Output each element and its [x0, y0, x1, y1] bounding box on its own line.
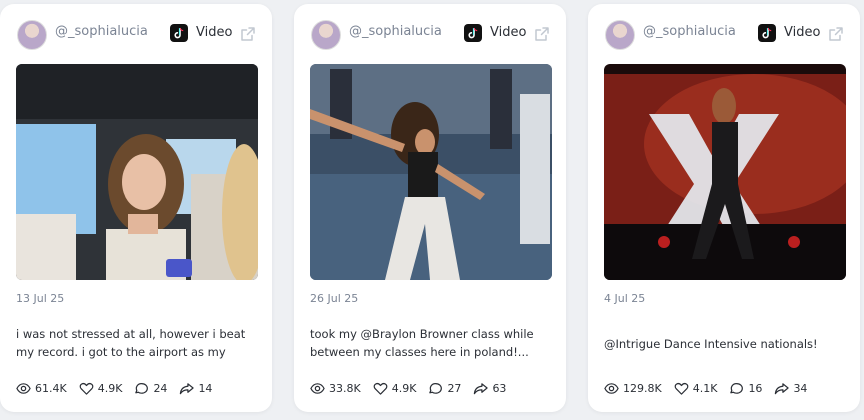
video-thumbnail[interactable]	[310, 64, 552, 280]
comment-icon	[135, 382, 149, 394]
engagement-stats: 129.8K 4.1K 16 34	[604, 380, 819, 396]
post-caption: took my @Braylon Browner class while bet…	[310, 327, 534, 359]
post-card[interactable]: @_sophialucia Video 26 Jul 25 took my @B…	[294, 4, 566, 412]
account-handle[interactable]: @_sophialucia	[349, 24, 442, 39]
views-count: 129.8K	[623, 381, 662, 395]
account-handle[interactable]: @_sophialucia	[55, 24, 148, 39]
likes-stat: 4.9K	[373, 381, 417, 396]
avatar[interactable]	[605, 20, 635, 50]
views-stat: 33.8K	[310, 381, 361, 396]
tiktok-icon	[170, 24, 188, 42]
video-thumbnail[interactable]	[604, 64, 846, 280]
post-caption: i was not stressed at all, however i bea…	[16, 327, 246, 359]
comments-count: 24	[153, 381, 168, 395]
likes-stat: 4.1K	[674, 381, 718, 396]
comment-icon	[730, 382, 744, 394]
eye-icon	[16, 382, 31, 394]
post-card[interactable]: @_sophialucia Video 4 Jul 25 @Intrigue D…	[588, 4, 860, 412]
eye-icon	[310, 382, 325, 394]
post-date: 26 Jul 25	[310, 292, 359, 305]
heart-icon	[674, 382, 689, 395]
avatar[interactable]	[311, 20, 341, 50]
views-count: 61.4K	[35, 381, 67, 395]
avatar[interactable]	[17, 20, 47, 50]
views-stat: 129.8K	[604, 381, 662, 396]
share-icon	[180, 382, 195, 394]
likes-count: 4.9K	[97, 381, 123, 395]
shares-count: 14	[198, 381, 213, 395]
engagement-stats: 33.8K 4.9K 27 63	[310, 380, 518, 396]
comments-stat: 16	[729, 381, 762, 396]
tiktok-icon	[758, 24, 776, 42]
comment-icon	[429, 382, 443, 394]
platform-label: Video	[490, 25, 527, 40]
shares-stat: 63	[473, 381, 506, 396]
video-thumbnail[interactable]	[16, 64, 258, 280]
external-link-icon[interactable]	[534, 26, 550, 42]
shares-stat: 34	[774, 381, 807, 396]
external-link-icon[interactable]	[828, 26, 844, 42]
likes-stat: 4.9K	[79, 381, 123, 396]
post-date: 13 Jul 25	[16, 292, 65, 305]
comments-count: 16	[748, 381, 763, 395]
shares-stat: 14	[179, 381, 212, 396]
likes-count: 4.1K	[692, 381, 718, 395]
shares-count: 63	[492, 381, 507, 395]
post-card[interactable]: @_sophialucia Video 13 Jul 25 i was not …	[0, 4, 272, 412]
account-handle[interactable]: @_sophialucia	[643, 24, 736, 39]
platform-label: Video	[784, 25, 821, 40]
shares-count: 34	[793, 381, 808, 395]
tiktok-icon	[464, 24, 482, 42]
comments-stat: 27	[428, 381, 461, 396]
eye-icon	[604, 382, 619, 394]
post-caption: @Intrigue Dance Intensive nationals!	[604, 337, 818, 351]
share-icon	[775, 382, 790, 394]
share-icon	[474, 382, 489, 394]
heart-icon	[79, 382, 94, 395]
views-stat: 61.4K	[16, 381, 67, 396]
comments-count: 27	[447, 381, 462, 395]
engagement-stats: 61.4K 4.9K 24 14	[16, 380, 224, 396]
likes-count: 4.9K	[391, 381, 417, 395]
post-date: 4 Jul 25	[604, 292, 646, 305]
platform-label: Video	[196, 25, 233, 40]
external-link-icon[interactable]	[240, 26, 256, 42]
views-count: 33.8K	[329, 381, 361, 395]
comments-stat: 24	[134, 381, 167, 396]
heart-icon	[373, 382, 388, 395]
